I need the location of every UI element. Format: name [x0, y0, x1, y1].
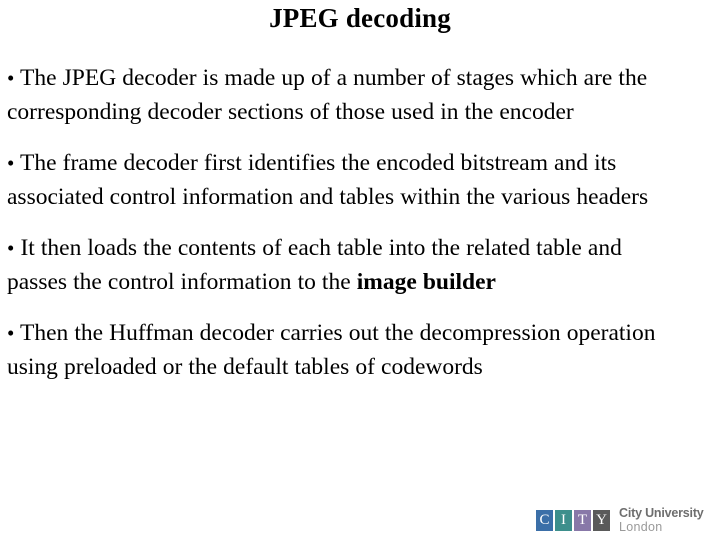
- logo-line-london: London: [619, 520, 663, 534]
- bullet-item-1: • The JPEG decoder is made up of a numbe…: [7, 62, 702, 129]
- logo-wordmark: City University London: [619, 507, 704, 534]
- logo-square-t: T: [574, 510, 591, 531]
- bullet-item-3: • It then loads the contents of each tab…: [7, 232, 662, 299]
- logo-letter-squares: C I T Y: [536, 510, 612, 531]
- bullet-item-4: • Then the Huffman decoder carries out t…: [7, 317, 697, 384]
- bullet-marker-icon: •: [7, 151, 15, 175]
- page-title: JPEG decoding: [269, 3, 451, 33]
- bullet-text-3: It then loads the contents of each table…: [7, 235, 622, 295]
- bullet-marker-icon: •: [7, 236, 15, 260]
- slide-body: • The JPEG decoder is made up of a numbe…: [7, 62, 707, 384]
- bullet-marker-icon: •: [7, 321, 15, 345]
- bullet-text-2: The frame decoder first identifies the e…: [7, 150, 649, 210]
- slide-canvas: JPEG decoding • The JPEG decoder is made…: [0, 0, 720, 540]
- bullet-text-1: The JPEG decoder is made up of a number …: [7, 65, 648, 125]
- bullet-marker-icon: •: [7, 66, 15, 90]
- logo-square-c: C: [536, 510, 553, 531]
- logo-square-y: Y: [593, 510, 610, 531]
- logo-square-i: I: [555, 510, 572, 531]
- bullet-item-2: • The frame decoder first identifies the…: [7, 147, 687, 214]
- city-university-london-logo: C I T Y City University London: [536, 507, 704, 534]
- bullet-emphasis-image-builder: image builder: [356, 268, 496, 295]
- logo-line-city-university: City University: [619, 506, 704, 521]
- bullet-text-4: Then the Huffman decoder carries out the…: [7, 320, 656, 380]
